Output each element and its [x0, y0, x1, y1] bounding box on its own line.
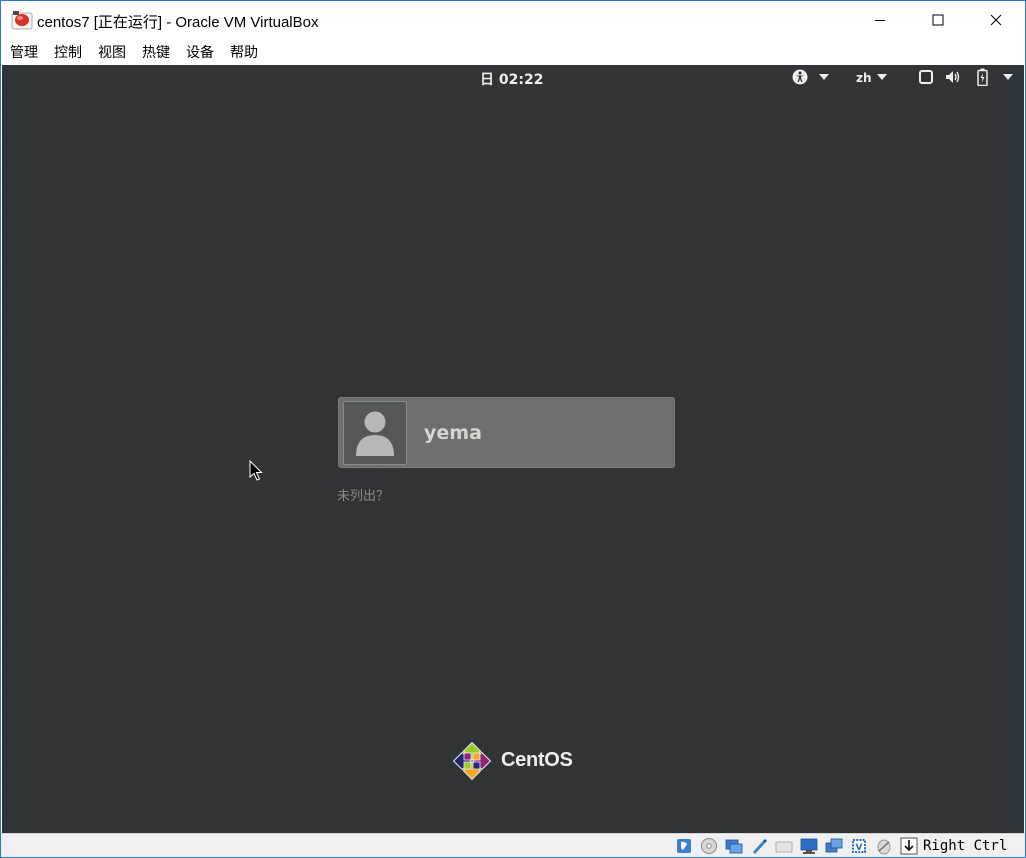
centos-logo-icon [452, 741, 492, 781]
virtualbox-window: centos7 [正在运行] - Oracle VM VirtualBox 管理… [0, 0, 1026, 858]
menu-devices[interactable]: 设备 [186, 42, 214, 62]
clock[interactable]: 日 02:22 [480, 69, 543, 89]
close-button[interactable] [967, 1, 1025, 39]
battery-icon[interactable] [977, 68, 988, 86]
video-capture-icon[interactable]: V [850, 837, 868, 855]
shared-folder-icon[interactable] [800, 837, 818, 855]
optical-drive-icon[interactable] [700, 837, 718, 855]
hard-disk-icon[interactable] [675, 837, 693, 855]
maximize-icon [932, 14, 944, 26]
virtualbox-vm-icon [11, 11, 33, 30]
keyboard-capture-icon[interactable] [900, 837, 918, 855]
menu-hotkeys[interactable]: 热键 [142, 42, 170, 62]
network-icon[interactable] [750, 837, 768, 855]
audio-icon[interactable] [725, 837, 743, 855]
minimize-button[interactable] [851, 1, 909, 39]
title-bar[interactable]: centos7 [正在运行] - Oracle VM VirtualBox [1, 1, 1025, 39]
mouse-integration-icon[interactable] [875, 837, 893, 855]
user-list-item[interactable]: yema [338, 397, 675, 468]
username-label: yema [424, 422, 482, 444]
accessibility-menu-chevron-down-icon[interactable] [819, 74, 829, 80]
menu-help[interactable]: 帮助 [230, 42, 258, 62]
display-icon[interactable] [919, 70, 933, 84]
window-title: centos7 [正在运行] - Oracle VM VirtualBox [37, 14, 319, 31]
avatar [343, 401, 407, 465]
centos-logo-text: CentOS [501, 749, 573, 771]
accessibility-icon[interactable] [792, 69, 808, 85]
language-indicator[interactable]: zh [856, 71, 872, 85]
system-menu-chevron-down-icon[interactable] [1003, 74, 1013, 80]
host-key-label: Right Ctrl [923, 838, 1008, 854]
mouse-cursor-icon [249, 460, 263, 481]
user-avatar-icon [356, 411, 394, 456]
status-bar: V Right Ctrl [1, 833, 1025, 857]
svg-text:V: V [856, 843, 863, 853]
menu-view[interactable]: 视图 [98, 42, 126, 62]
menu-control[interactable]: 控制 [54, 42, 82, 62]
language-menu-chevron-down-icon[interactable] [877, 74, 887, 80]
minimize-icon [875, 20, 885, 21]
maximize-button[interactable] [909, 1, 967, 39]
volume-icon[interactable] [945, 70, 961, 84]
display-icon[interactable] [825, 837, 843, 855]
menu-bar: 管理 控制 视图 热键 设备 帮助 [1, 39, 1025, 65]
gnome-top-bar: 日 02:22 zh [2, 65, 1024, 91]
vm-display[interactable]: 日 02:22 zh yema 未列出？ CentOS [2, 65, 1024, 833]
usb-icon[interactable] [775, 837, 793, 855]
not-listed-link[interactable]: 未列出？ [337, 485, 389, 504]
menu-manage[interactable]: 管理 [10, 42, 38, 62]
close-icon [990, 14, 1002, 26]
